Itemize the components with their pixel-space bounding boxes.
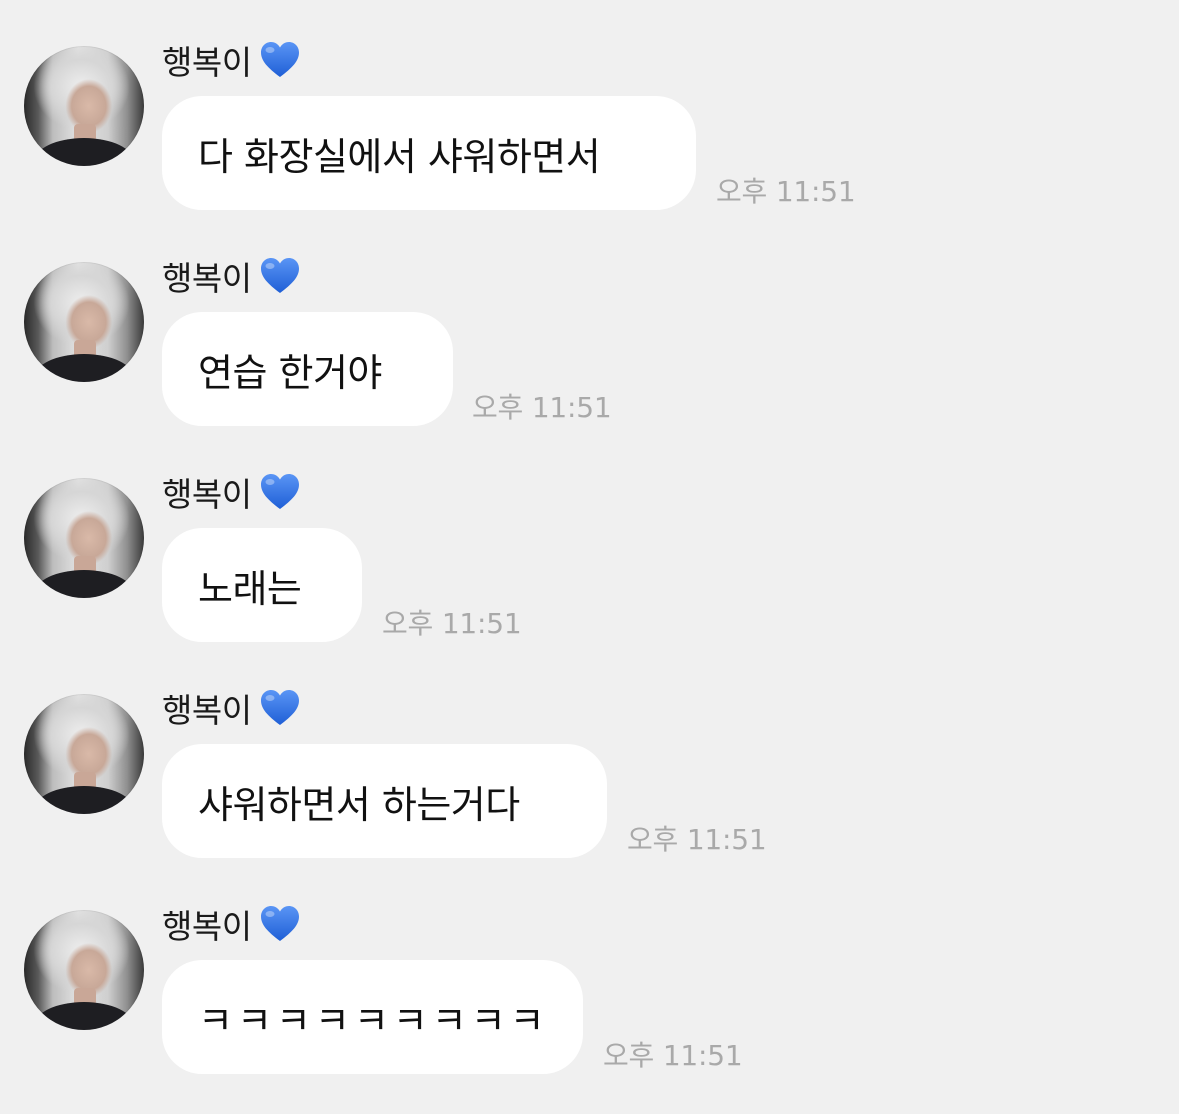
message-item: 행복이 연습 한거야 오후 11:51 xyxy=(0,258,1179,462)
message-item: 행복이 샤워하면서 하는거다 오후 11:51 xyxy=(0,690,1179,894)
message-bubble[interactable]: 다 화장실에서 샤워하면서 xyxy=(162,96,696,210)
message-time: 오후 11:51 xyxy=(472,391,612,424)
chat-screen: { "messages": [ { "sender": "행복이", "text… xyxy=(0,0,1179,1114)
sender-row: 행복이 xyxy=(162,252,302,300)
sender-name: 행복이 xyxy=(162,907,252,946)
blue-heart-icon xyxy=(260,258,299,293)
sender-name: 행복이 xyxy=(162,475,252,514)
blue-heart-icon xyxy=(260,474,299,509)
message-text: 연습 한거야 xyxy=(198,350,382,395)
message-time: 오후 11:51 xyxy=(382,607,522,640)
message-item: 행복이 노래는 오후 11:51 xyxy=(0,474,1179,678)
message-item: 행복이 ㅋㅋㅋㅋㅋㅋㅋㅋㅋ 오후 11:51 xyxy=(0,906,1179,1110)
message-bubble[interactable]: 샤워하면서 하는거다 xyxy=(162,744,607,858)
avatar[interactable] xyxy=(24,910,144,1030)
message-text: 샤워하면서 하는거다 xyxy=(198,782,520,827)
message-time: 오후 11:51 xyxy=(627,823,767,856)
sender-row: 행복이 xyxy=(162,900,302,948)
avatar[interactable] xyxy=(24,46,144,166)
sender-name: 행복이 xyxy=(162,691,252,730)
message-item: 행복이 다 화장실에서 샤워하면서 오후 11:51 xyxy=(0,42,1179,246)
message-time: 오후 11:51 xyxy=(603,1039,743,1072)
blue-heart-icon xyxy=(260,906,299,941)
message-text: 노래는 xyxy=(198,566,302,611)
blue-heart-icon xyxy=(260,42,299,77)
message-text: 다 화장실에서 샤워하면서 xyxy=(198,134,601,179)
message-bubble[interactable]: ㅋㅋㅋㅋㅋㅋㅋㅋㅋ xyxy=(162,960,583,1074)
avatar[interactable] xyxy=(24,262,144,382)
blue-heart-icon xyxy=(260,690,299,725)
sender-name: 행복이 xyxy=(162,43,252,82)
message-time: 오후 11:51 xyxy=(716,175,856,208)
message-bubble[interactable]: 연습 한거야 xyxy=(162,312,453,426)
sender-name: 행복이 xyxy=(162,259,252,298)
avatar[interactable] xyxy=(24,478,144,598)
sender-row: 행복이 xyxy=(162,468,302,516)
sender-row: 행복이 xyxy=(162,36,302,84)
message-text: ㅋㅋㅋㅋㅋㅋㅋㅋㅋ xyxy=(198,998,549,1043)
sender-row: 행복이 xyxy=(162,684,302,732)
avatar[interactable] xyxy=(24,694,144,814)
message-bubble[interactable]: 노래는 xyxy=(162,528,362,642)
